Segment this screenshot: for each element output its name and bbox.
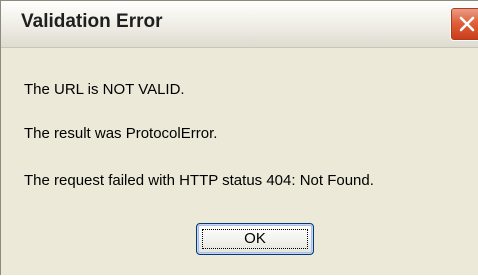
close-button[interactable] (450, 7, 478, 41)
message-line-url-invalid: The URL is NOT VALID. (24, 81, 185, 98)
title-bar[interactable]: Validation Error (1, 1, 478, 48)
message-line-http-status: The request failed with HTTP status 404:… (24, 172, 374, 189)
dialog-body: The URL is NOT VALID. The result was Pro… (1, 48, 478, 276)
close-icon (459, 16, 475, 32)
ok-button[interactable]: OK (196, 223, 314, 255)
validation-error-dialog: Validation Error The URL is NOT VALID. T… (0, 0, 478, 275)
dialog-title: Validation Error (21, 11, 163, 32)
ok-button-label: OK (244, 230, 266, 247)
message-line-result: The result was ProtocolError. (24, 125, 218, 142)
